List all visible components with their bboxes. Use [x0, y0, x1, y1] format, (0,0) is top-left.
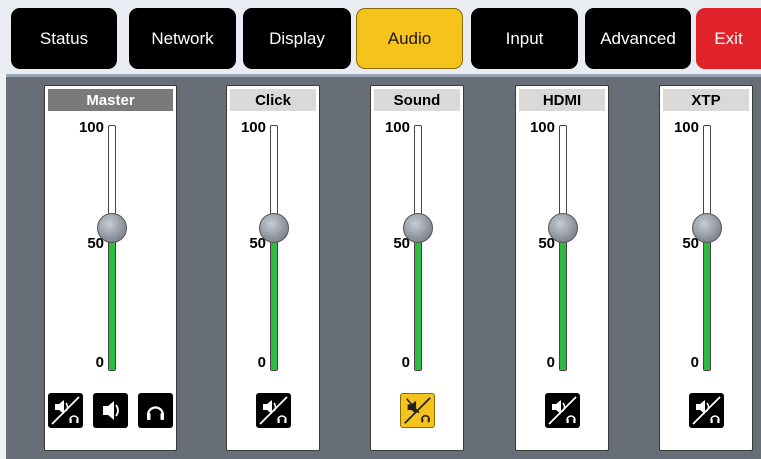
level-slider-track[interactable] — [270, 125, 278, 371]
tab-status[interactable]: Status — [11, 8, 117, 69]
channel-title: Master — [48, 89, 173, 111]
channel-strip-click: Click 100 50 0 — [226, 85, 320, 451]
speaker-headphone-muted-button[interactable] — [400, 393, 435, 428]
speaker-headphone-button[interactable] — [689, 393, 724, 428]
level-slider-knob[interactable] — [403, 213, 433, 243]
channel-title: Click — [230, 89, 316, 111]
tab-advanced[interactable]: Advanced — [585, 8, 691, 69]
level-slider-track[interactable] — [703, 125, 711, 371]
channel-strip-xtp: XTP 100 50 0 — [659, 85, 753, 451]
scale-label-mid: 50 — [538, 235, 555, 252]
headphone-button[interactable] — [138, 393, 173, 428]
speaker-headphone-icon — [256, 393, 291, 428]
level-fill — [704, 227, 710, 370]
level-fill — [560, 227, 566, 370]
channel-strip-sound: Sound 100 50 0 — [370, 85, 464, 451]
scale-label-max: 100 — [240, 119, 266, 136]
level-slider-track[interactable] — [559, 125, 567, 371]
tab-input[interactable]: Input — [471, 8, 578, 69]
scale-label-max: 100 — [78, 119, 104, 136]
scale-label-min: 0 — [95, 354, 104, 371]
speaker-headphone-icon — [48, 393, 83, 428]
scale-label-mid: 50 — [393, 235, 410, 252]
channel-title: HDMI — [519, 89, 605, 111]
channel-strip-hdmi: HDMI 100 50 0 — [515, 85, 609, 451]
scale-label-min: 0 — [546, 354, 555, 371]
level-slider-knob[interactable] — [548, 213, 578, 243]
scale-label-mid: 50 — [249, 235, 266, 252]
scale-label-mid: 50 — [682, 235, 699, 252]
headphone-icon — [138, 393, 173, 428]
scale-label-max: 100 — [673, 119, 699, 136]
tab-network[interactable]: Network — [129, 8, 236, 69]
speaker-headphone-icon — [689, 393, 724, 428]
level-fill — [109, 227, 115, 370]
channel-title: Sound — [374, 89, 460, 111]
speaker-headphone-icon — [545, 393, 580, 428]
level-slider-track[interactable] — [414, 125, 422, 371]
tab-audio[interactable]: Audio — [356, 8, 463, 69]
level-slider-knob[interactable] — [692, 213, 722, 243]
level-fill — [415, 227, 421, 370]
level-slider-knob[interactable] — [259, 213, 289, 243]
speaker-icon — [93, 393, 128, 428]
scale-label-min: 0 — [257, 354, 266, 371]
scale-label-min: 0 — [401, 354, 410, 371]
scale-label-mid: 50 — [87, 235, 104, 252]
scale-label-max: 100 — [384, 119, 410, 136]
channel-strip-master: Master 100 50 0 — [44, 85, 177, 451]
tab-display[interactable]: Display — [243, 8, 351, 69]
speaker-headphone-button[interactable] — [545, 393, 580, 428]
exit-button[interactable]: Exit — [696, 8, 761, 69]
speaker-headphone-muted-icon — [401, 394, 434, 427]
level-slider-track[interactable] — [108, 125, 116, 371]
speaker-button[interactable] — [93, 393, 128, 428]
scale-label-min: 0 — [690, 354, 699, 371]
level-slider-knob[interactable] — [97, 213, 127, 243]
scale-label-max: 100 — [529, 119, 555, 136]
speaker-headphone-button[interactable] — [48, 393, 83, 428]
speaker-headphone-button[interactable] — [256, 393, 291, 428]
level-fill — [271, 227, 277, 370]
channel-title: XTP — [663, 89, 749, 111]
top-nav-bar: Status Network Display Audio Input Advan… — [0, 0, 761, 74]
